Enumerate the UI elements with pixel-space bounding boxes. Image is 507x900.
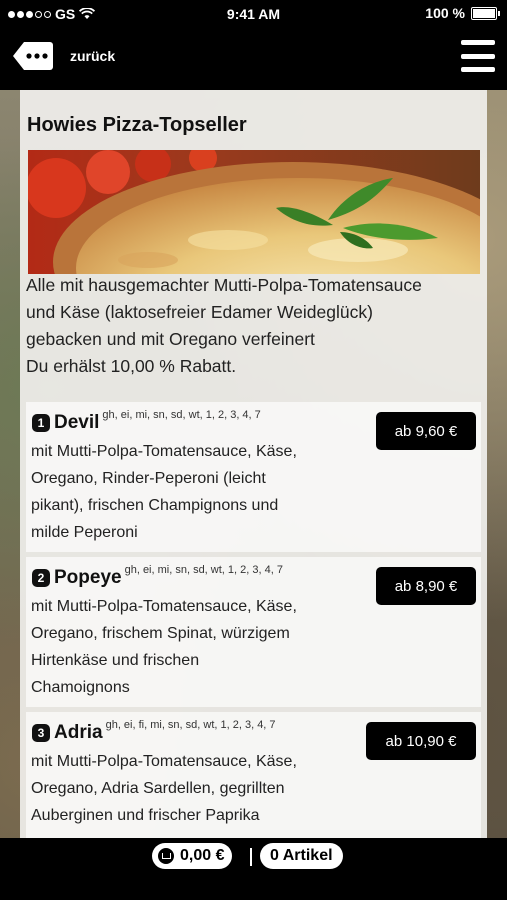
hamburger-icon[interactable]: [461, 40, 495, 72]
section-title: Howies Pizza-Topseller: [27, 114, 247, 136]
section-intro: Alle mit hausgemachter Mutti-Polpa-Tomat…: [26, 272, 481, 380]
item-description: mit Mutti-Polpa-Tomatensauce, Käse, Oreg…: [31, 748, 331, 829]
description-line: mit Mutti-Polpa-Tomatensauce, Käse,: [31, 598, 297, 615]
intro-line: gebacken und mit Oregano verfeinert: [26, 329, 315, 349]
menu-panel: Howies Pizza-Topseller Alle mit hausgema…: [20, 90, 487, 838]
back-link[interactable]: zurück: [70, 48, 115, 64]
description-line: Auberginen und frischer Paprika: [31, 807, 260, 824]
price-button[interactable]: ab 10,90 €: [366, 722, 476, 760]
item-description: mit Mutti-Polpa-Tomatensauce, Käse, Oreg…: [31, 593, 331, 701]
back-tag-icon[interactable]: [12, 40, 54, 72]
description-line: Chamoignons: [31, 679, 130, 696]
item-number-badge: 2: [32, 569, 50, 587]
item-header: 1 Devil gh, ei, mi, sn, sd, wt, 1, 2, 3, 4…: [32, 409, 261, 434]
item-name: Adria: [54, 722, 103, 743]
item-header: 2 Popeye gh, ei, mi, sn, sd, wt, 1, 2, 3, …: [32, 564, 283, 589]
cart-icon: [158, 848, 174, 864]
item-number-badge: 3: [32, 724, 50, 742]
menu-item-devil[interactable]: 1 Devil gh, ei, mi, sn, sd, wt, 1, 2, 3, 4…: [26, 402, 481, 552]
pizza-hero-image: [28, 150, 480, 274]
item-header: 3 Adria gh, ei, fi, mi, sn, sd, wt, 1, 2, …: [32, 719, 276, 744]
intro-line: und Käse (laktosefreier Edamer Weideglüc…: [26, 302, 373, 322]
discount-note: Du erhälst 10,00 % Rabatt.: [26, 356, 237, 376]
description-line: pikant), frischen Champignons und: [31, 497, 279, 514]
description-line: Oregano, frischem Spinat, würzigem: [31, 625, 290, 642]
description-line: Oregano, Rinder-Peperoni (leicht: [31, 470, 266, 487]
article-count-button[interactable]: 0 Artikel: [260, 843, 343, 869]
allergen-codes: gh, ei, mi, sn, sd, wt, 1, 2, 3, 4, 7: [124, 564, 283, 576]
allergen-codes: gh, ei, mi, sn, sd, wt, 1, 2, 3, 4, 7: [102, 409, 261, 421]
status-bar: GS 9:41 AM 100 %: [0, 0, 507, 28]
cart-divider: [250, 848, 252, 866]
item-number-badge: 1: [32, 414, 50, 432]
description-line: mit Mutti-Polpa-Tomatensauce, Käse,: [31, 753, 297, 770]
allergen-codes: gh, ei, fi, mi, sn, sd, wt, 1, 2, 3, 4, …: [105, 719, 276, 731]
item-name: Devil: [54, 412, 100, 433]
menu-item-popeye[interactable]: 2 Popeye gh, ei, mi, sn, sd, wt, 1, 2, 3, …: [26, 557, 481, 707]
menu-item-adria[interactable]: 3 Adria gh, ei, fi, mi, sn, sd, wt, 1, 2, …: [26, 712, 481, 838]
item-name: Popeye: [54, 567, 122, 588]
description-line: Hirtenkäse und frischen: [31, 652, 200, 669]
cart-bar: 0,00 € 0 Artikel: [0, 838, 507, 900]
cart-total-button[interactable]: 0,00 €: [152, 843, 233, 869]
item-description: mit Mutti-Polpa-Tomatensauce, Käse, Oreg…: [31, 438, 331, 546]
intro-line: Alle mit hausgemachter Mutti-Polpa-Tomat…: [26, 275, 422, 295]
price-button[interactable]: ab 8,90 €: [376, 567, 476, 605]
description-line: milde Peperoni: [31, 524, 138, 541]
description-line: mit Mutti-Polpa-Tomatensauce, Käse,: [31, 443, 297, 460]
status-right: 100 %: [425, 5, 500, 21]
nav-bar: zurück: [0, 28, 507, 90]
battery-icon: [471, 6, 500, 20]
battery-label: 100 %: [425, 5, 465, 21]
cart-total: 0,00 €: [180, 847, 225, 864]
description-line: Oregano, Adria Sardellen, gegrillten: [31, 780, 285, 797]
price-button[interactable]: ab 9,60 €: [376, 412, 476, 450]
